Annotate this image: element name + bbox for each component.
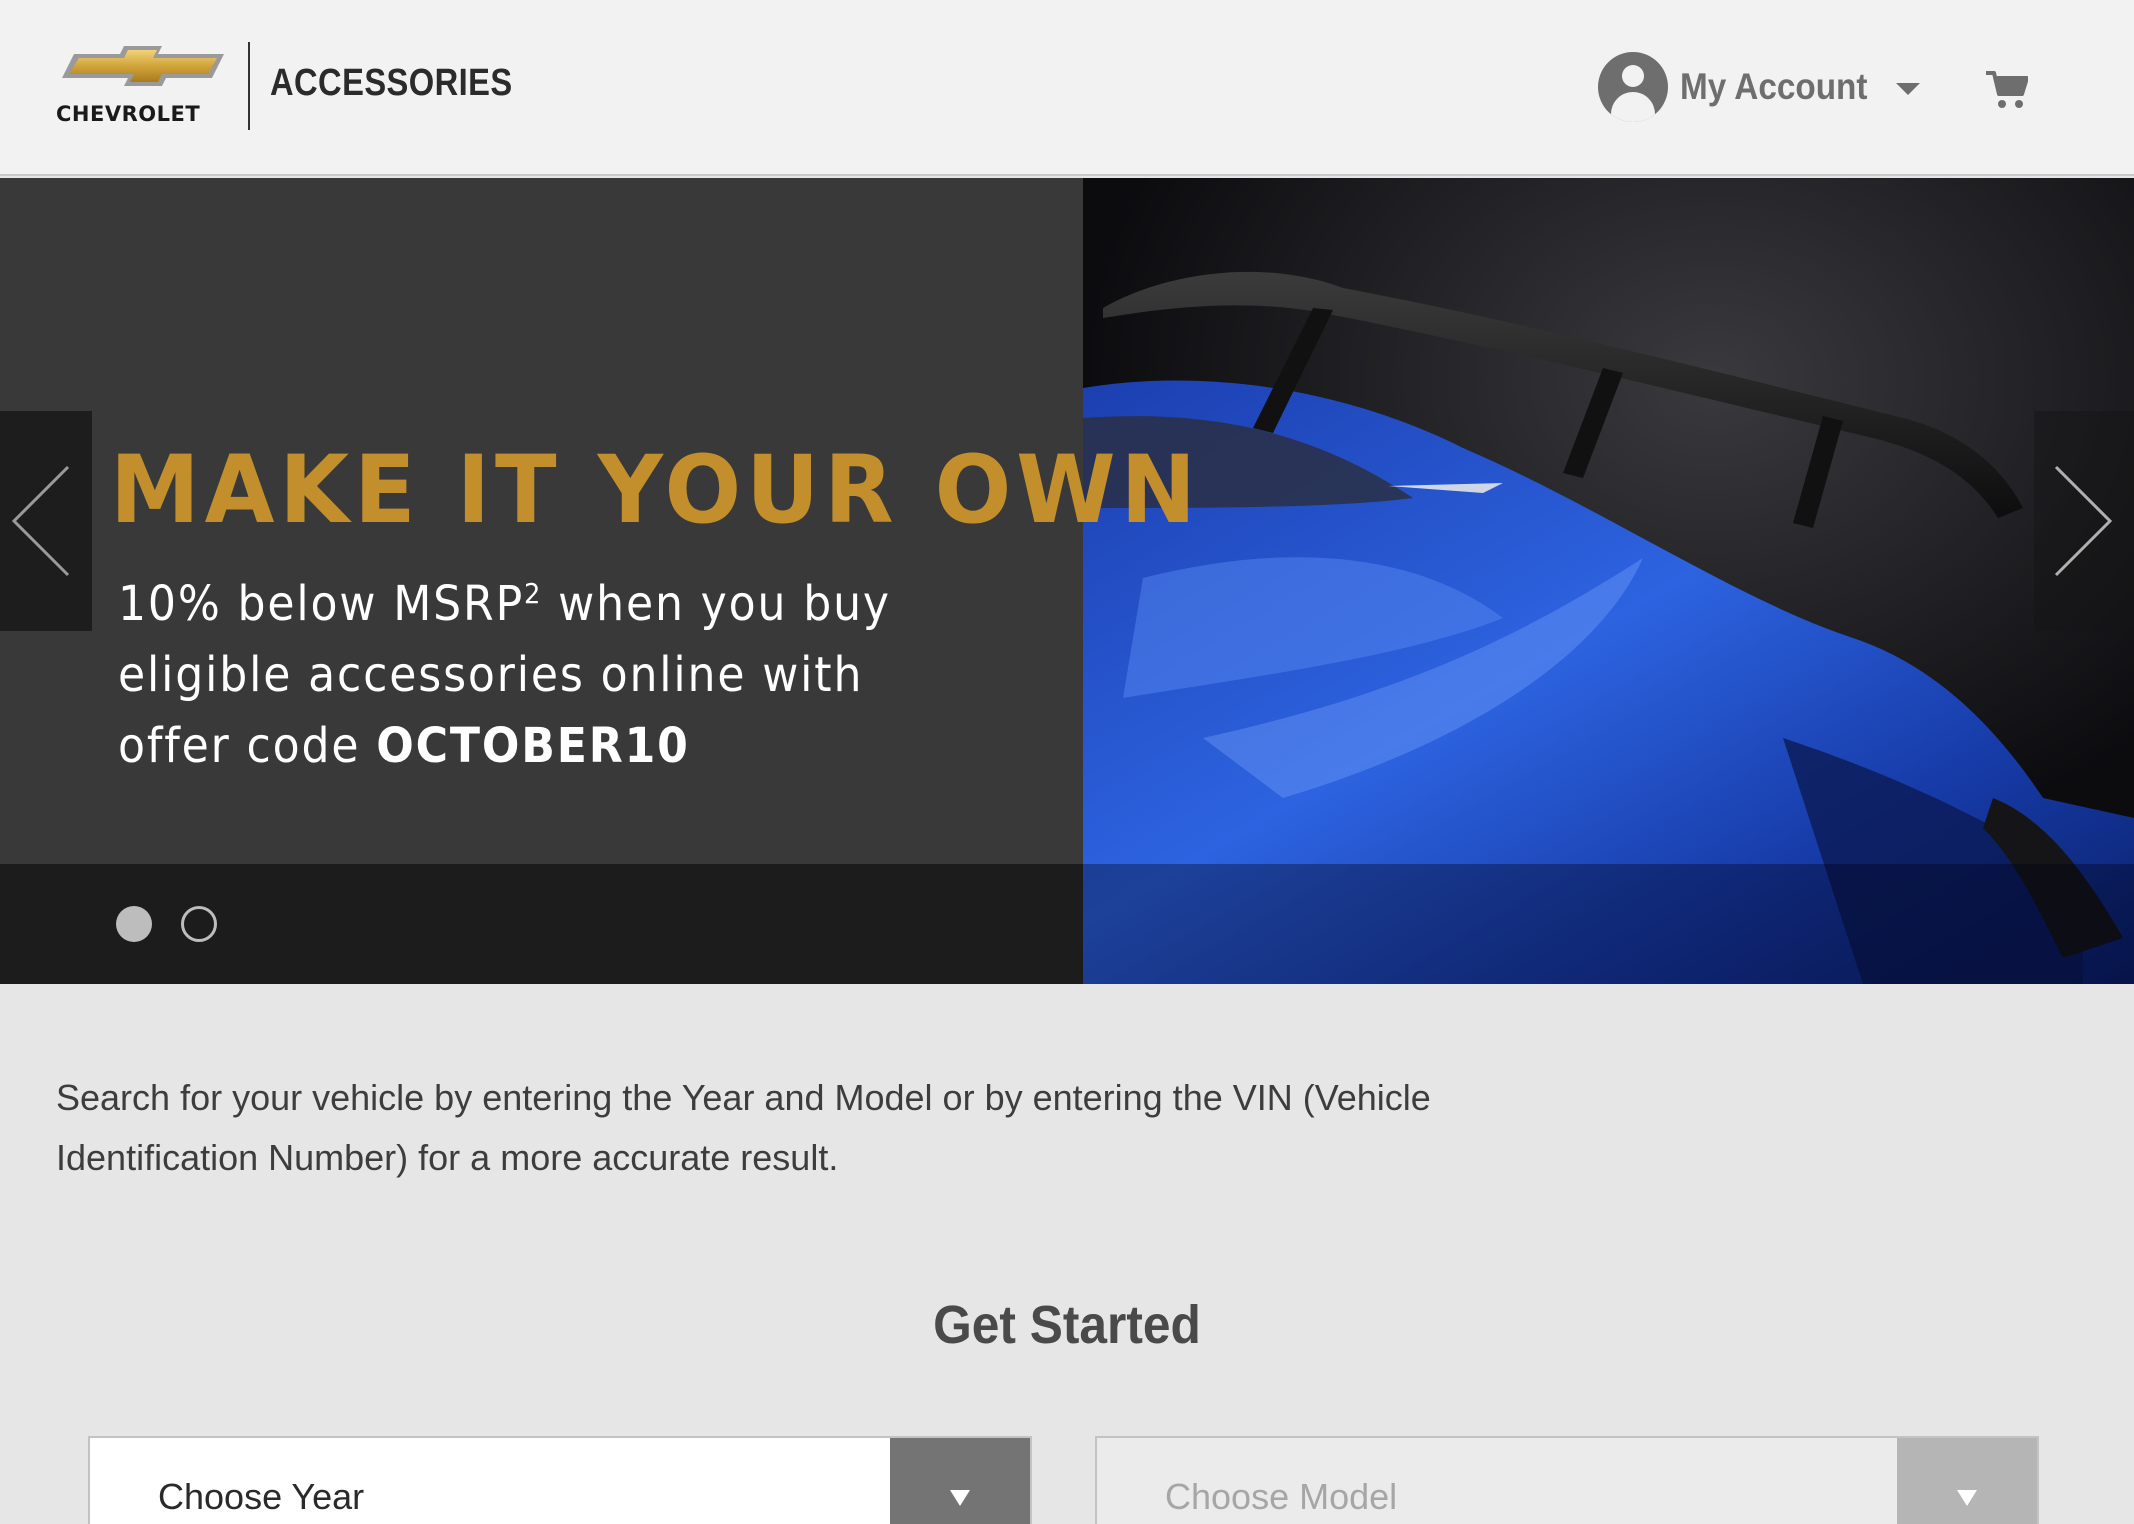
header-divider [248,42,250,130]
chevron-right-icon [2054,465,2113,577]
caret-down-icon [1957,1490,1977,1506]
carousel-dot-2[interactable] [181,906,217,942]
get-started-heading: Get Started [933,1295,1201,1355]
vehicle-search-intro: Search for your vehicle by entering the … [56,1077,1431,1178]
hero-image-shade [1083,864,2134,984]
chevrolet-logo[interactable]: CHEVROLET [54,44,232,130]
bowtie-icon [62,46,224,86]
site-header: CHEVROLET ACCESSORIES My Account [0,0,2134,176]
year-select-value: Choose Year [158,1476,365,1517]
carousel-prev-button[interactable] [0,411,92,631]
chevron-left-icon [11,465,70,577]
my-account-menu[interactable]: My Account [1598,52,1920,122]
model-select-toggle[interactable] [1897,1438,2037,1524]
offer-text-part-1: 10% below MSRP [118,576,525,632]
chevron-down-icon [1896,83,1920,95]
carousel-dot-1-active[interactable] [116,906,152,942]
cart-icon[interactable] [1986,70,2028,110]
hero-carousel: MAKE IT YOUR OWN 10% below MSRP2 when yo… [0,178,2134,984]
footnote-superscript: 2 [524,577,543,610]
user-circle-icon [1598,52,1668,122]
brand-wordmark: CHEVROLET [56,102,201,126]
hero-headline: MAKE IT YOUR OWN [110,436,1201,545]
my-account-label: My Account [1680,66,1868,107]
section-title[interactable]: ACCESSORIES [270,62,513,105]
model-select-value: Choose Model [1165,1476,1398,1517]
hero-footer-bar [0,864,1083,984]
year-select[interactable]: Choose Year [88,1436,1032,1524]
caret-down-icon [950,1490,970,1506]
carousel-next-button[interactable] [2034,411,2134,631]
offer-code: OCTOBER10 [376,718,690,774]
model-select[interactable]: Choose Model [1095,1436,2039,1524]
hero-offer-text: 10% below MSRP2 when you buy eligible ac… [118,558,946,782]
year-select-toggle[interactable] [890,1438,1030,1524]
